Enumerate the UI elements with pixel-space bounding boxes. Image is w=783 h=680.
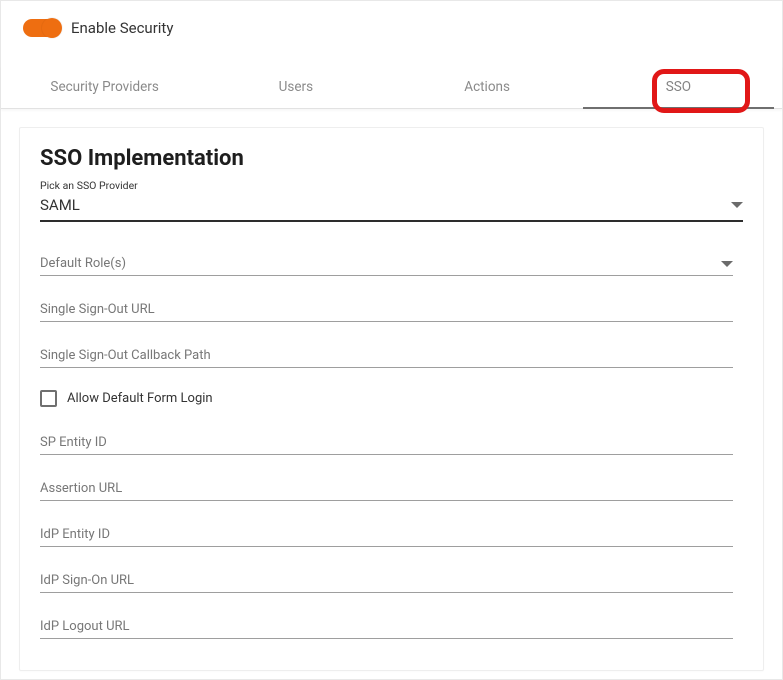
sso-provider-value: SAML [40,196,80,214]
allow-form-login-row: Allow Default Form Login [40,380,733,421]
tab-label: Users [279,79,313,95]
tab-label: Actions [464,79,510,95]
sp-entity-id-field[interactable]: SP Entity ID [40,421,733,455]
tab-label: SSO [666,79,691,95]
scroll-spacer [40,651,733,654]
toggle-knob-icon [42,18,62,38]
default-roles-field[interactable]: Default Role(s) [40,242,733,276]
enable-security-label: Enable Security [71,19,173,37]
field-label: IdP Entity ID [40,527,110,542]
idp-signon-url-field[interactable]: IdP Sign-On URL [40,559,733,593]
allow-form-login-checkbox[interactable] [40,390,57,407]
tab-sso[interactable]: SSO [583,65,774,108]
tab-actions[interactable]: Actions [392,65,583,108]
field-label: IdP Logout URL [40,619,130,634]
checkbox-label: Allow Default Form Login [67,391,213,406]
field-label: Single Sign-Out Callback Path [40,348,211,363]
sign-out-callback-field[interactable]: Single Sign-Out Callback Path [40,334,733,368]
field-label: IdP Sign-On URL [40,573,134,588]
tab-security-providers[interactable]: Security Providers [9,65,200,108]
field-label: Default Role(s) [40,256,126,271]
idp-logout-url-field[interactable]: IdP Logout URL [40,605,733,639]
field-label: Single Sign-Out URL [40,302,155,317]
tab-label: Security Providers [50,79,158,95]
sso-card: SSO Implementation Pick an SSO Provider … [19,127,764,671]
chevron-down-icon [731,202,743,208]
sign-out-url-field[interactable]: Single Sign-Out URL [40,288,733,322]
card-title: SSO Implementation [40,146,743,171]
tab-users[interactable]: Users [200,65,391,108]
enable-security-toggle[interactable] [23,19,59,37]
field-label: Assertion URL [40,481,122,496]
form-scroll-area[interactable]: Default Role(s) Single Sign-Out URL Sing… [40,242,743,654]
security-settings-panel: Enable Security Security Providers Users… [0,0,783,680]
chevron-down-icon [721,261,733,267]
sso-provider-select[interactable]: SAML [40,192,743,222]
assertion-url-field[interactable]: Assertion URL [40,467,733,501]
header-row: Enable Security [1,1,782,47]
sso-provider-picker-label: Pick an SSO Provider [40,179,743,192]
idp-entity-id-field[interactable]: IdP Entity ID [40,513,733,547]
field-label: SP Entity ID [40,435,107,450]
tab-bar: Security Providers Users Actions SSO [1,65,782,109]
